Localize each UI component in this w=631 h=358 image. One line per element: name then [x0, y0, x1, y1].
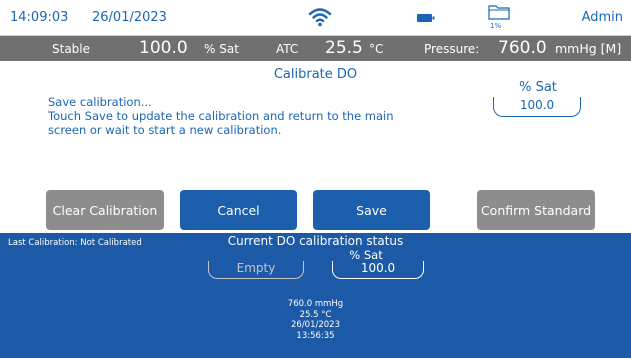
empty-calibration-slot: Empty — [208, 261, 304, 279]
measurement-bar: Stable 100.0 % Sat ATC 25.5 °C Pressure:… — [0, 36, 631, 61]
clock-time: 14:09:03 — [10, 10, 69, 25]
folder-icon[interactable] — [488, 4, 510, 20]
message-line: screen or wait to start a new calibratio… — [48, 123, 282, 137]
calibration-status-panel: Last Calibration: Not Calibrated Current… — [0, 233, 631, 358]
instruction-message: Save calibration... Touch Save to update… — [48, 95, 394, 137]
temperature-unit: °C — [369, 42, 384, 56]
detail-time: 13:56:35 — [296, 330, 335, 341]
cancel-button[interactable]: Cancel — [180, 190, 297, 230]
temperature-reading: 25.5 — [325, 38, 363, 58]
storage-percent: 1% — [490, 22, 502, 30]
clock-date: 26/01/2023 — [92, 10, 167, 25]
status-unit: % Sat — [349, 248, 383, 262]
top-status-bar: 14:09:03 26/01/2023 1% Admin — [0, 0, 631, 36]
calibration-details: 760.0 mmHg 25.5 °C 26/01/2023 13:56:35 — [0, 299, 631, 341]
save-button[interactable]: Save — [313, 190, 430, 230]
do-unit: % Sat — [204, 42, 239, 56]
status-title: Current DO calibration status — [227, 234, 404, 248]
standard-unit: % Sat — [519, 80, 557, 95]
battery-icon — [417, 14, 435, 22]
detail-date: 26/01/2023 — [291, 320, 340, 330]
pressure-reading: 760.0 — [498, 38, 547, 58]
detail-temperature: 25.5 °C — [299, 309, 332, 320]
message-line: Touch Save to update the calibration and… — [48, 109, 394, 123]
pressure-label: Pressure: — [424, 42, 480, 56]
calibration-point-value: 100.0 — [332, 261, 424, 279]
user-name[interactable]: Admin — [582, 10, 623, 25]
do-reading: 100.0 — [139, 38, 188, 58]
clear-calibration-button[interactable]: Clear Calibration — [46, 190, 164, 230]
stability-status: Stable — [52, 42, 91, 56]
confirm-standard-button[interactable]: Confirm Standard — [477, 190, 595, 230]
message-line: Save calibration... — [48, 95, 152, 109]
pressure-unit: mmHg [M] — [555, 41, 622, 56]
temperature-mode: ATC — [276, 42, 299, 56]
wifi-icon — [308, 8, 332, 27]
standard-value[interactable]: 100.0 — [493, 97, 581, 117]
detail-pressure: 760.0 mmHg — [287, 299, 344, 309]
